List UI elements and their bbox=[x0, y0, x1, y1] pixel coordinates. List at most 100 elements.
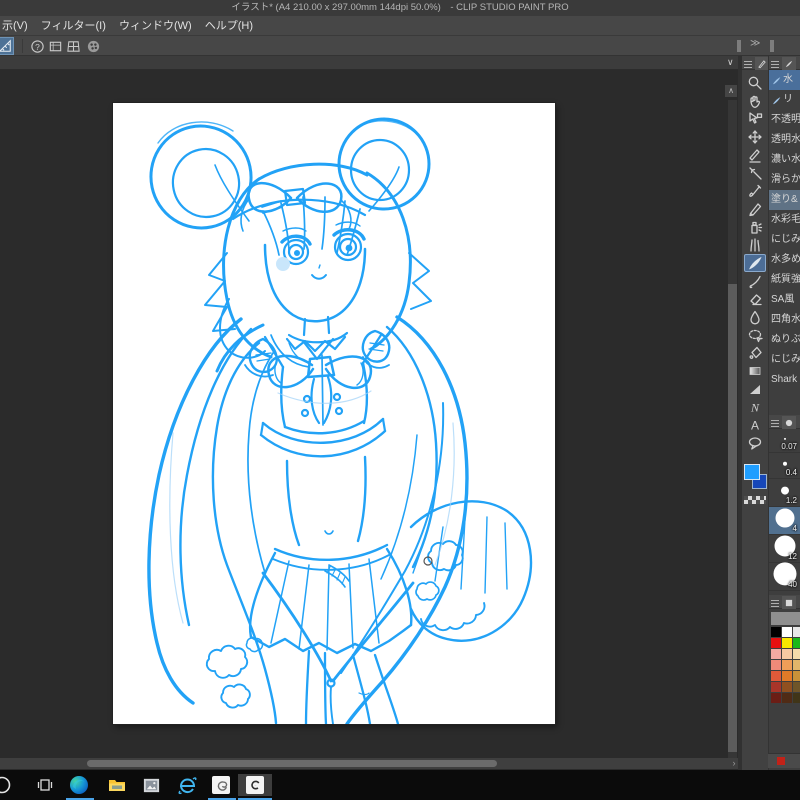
color-swatch[interactable] bbox=[793, 693, 800, 703]
task-view-button[interactable] bbox=[34, 774, 56, 796]
internet-explorer-button[interactable] bbox=[176, 774, 198, 796]
tool-operate[interactable] bbox=[744, 110, 766, 128]
canvas-settings-button[interactable] bbox=[46, 37, 64, 55]
palette-button[interactable] bbox=[84, 37, 102, 55]
subtool-item[interactable]: 透明水 bbox=[769, 130, 800, 150]
horizontal-scrollbar[interactable]: › bbox=[0, 758, 746, 769]
tool-curve[interactable]: N bbox=[744, 398, 766, 416]
color-swatch[interactable] bbox=[771, 682, 781, 692]
canvas[interactable] bbox=[113, 103, 555, 724]
color-swatch[interactable] bbox=[782, 627, 792, 637]
tool-zoom[interactable] bbox=[744, 74, 766, 92]
canvas-area[interactable] bbox=[0, 70, 738, 758]
menu-view[interactable]: 示(V) bbox=[2, 16, 38, 36]
color-swatch[interactable] bbox=[793, 627, 800, 637]
cortana-button[interactable] bbox=[0, 774, 13, 796]
subtool-item[interactable]: 塗り& bbox=[769, 190, 800, 210]
tool-palette-tab[interactable] bbox=[755, 57, 769, 70]
brush-size-item[interactable]: 12 bbox=[769, 535, 800, 563]
subtool-item[interactable]: Shark bbox=[769, 370, 800, 390]
tool-watercolor[interactable] bbox=[744, 272, 766, 290]
vscroll-up-button[interactable]: ∧ bbox=[725, 85, 737, 97]
color-swatch[interactable] bbox=[793, 682, 800, 692]
tool-eyedropper[interactable] bbox=[744, 182, 766, 200]
menu-filter[interactable]: フィルター(I) bbox=[41, 16, 116, 36]
transform-button[interactable] bbox=[64, 37, 82, 55]
foreground-color-swatch[interactable] bbox=[744, 464, 760, 480]
color-swatch[interactable] bbox=[793, 671, 800, 681]
tool-fill[interactable] bbox=[744, 344, 766, 362]
subtool-item[interactable]: 水彩毛 bbox=[769, 210, 800, 230]
tool-eraser[interactable] bbox=[744, 290, 766, 308]
tool-decoration[interactable] bbox=[744, 236, 766, 254]
color-swatch[interactable] bbox=[793, 660, 800, 670]
horizontal-scrollbar-thumb[interactable] bbox=[87, 760, 497, 767]
color-swatch[interactable] bbox=[771, 660, 781, 670]
file-explorer-button[interactable] bbox=[106, 774, 128, 796]
tool-brush[interactable] bbox=[744, 254, 766, 272]
tool-gradient[interactable] bbox=[744, 362, 766, 380]
palette-menu-icon[interactable] bbox=[771, 598, 779, 607]
palette-menu-icon[interactable] bbox=[771, 59, 779, 68]
subtool-item[interactable]: にじみ bbox=[769, 230, 800, 250]
subtool-item[interactable]: SA風 bbox=[769, 290, 800, 310]
color-set-dropdown[interactable] bbox=[771, 612, 800, 625]
transparent-color-swatch[interactable] bbox=[744, 496, 766, 504]
color-swatch[interactable] bbox=[771, 693, 781, 703]
tool-correct-line[interactable] bbox=[744, 146, 766, 164]
brush-size-panel-header[interactable] bbox=[769, 415, 800, 429]
color-swatch[interactable] bbox=[782, 671, 792, 681]
color-swatch[interactable] bbox=[771, 649, 781, 659]
dock-handle[interactable] bbox=[737, 40, 741, 52]
subtool-panel-tab[interactable] bbox=[782, 57, 796, 70]
dock-handle[interactable] bbox=[770, 40, 774, 52]
subtool-item[interactable]: 濃い水 bbox=[769, 150, 800, 170]
menu-window[interactable]: ウィンドウ(W) bbox=[119, 16, 202, 36]
palette-menu-icon[interactable] bbox=[744, 59, 752, 68]
brush-size-item[interactable]: 4 bbox=[769, 507, 800, 535]
tool-palette-header[interactable] bbox=[742, 56, 769, 70]
subtool-item[interactable]: リ bbox=[769, 90, 800, 110]
brush-size-item[interactable]: 0.07 bbox=[769, 429, 800, 453]
brush-size-item[interactable]: 40 bbox=[769, 562, 800, 591]
clip-studio-button[interactable] bbox=[210, 774, 232, 796]
palette-menu-icon[interactable] bbox=[771, 418, 779, 427]
tool-airbrush[interactable] bbox=[744, 218, 766, 236]
color-swatch[interactable] bbox=[771, 638, 781, 648]
tool-move[interactable] bbox=[744, 128, 766, 146]
color-swatch[interactable] bbox=[782, 649, 792, 659]
brush-size-item[interactable]: 1.2 bbox=[769, 479, 800, 507]
subtool-item[interactable]: にじみ bbox=[769, 350, 800, 370]
brush-size-item[interactable]: 0.4 bbox=[769, 453, 800, 479]
color-swatch[interactable] bbox=[793, 649, 800, 659]
color-swatch[interactable] bbox=[782, 638, 792, 648]
subtool-item[interactable]: 紙質強 bbox=[769, 270, 800, 290]
subtool-item[interactable]: 滑らか bbox=[769, 170, 800, 190]
subtool-item[interactable]: 水多め bbox=[769, 250, 800, 270]
tool-text[interactable]: A bbox=[744, 416, 766, 434]
tool-figure[interactable] bbox=[744, 380, 766, 398]
tool-selection[interactable] bbox=[744, 326, 766, 344]
tool-blend[interactable] bbox=[744, 308, 766, 326]
color-swatch[interactable] bbox=[771, 671, 781, 681]
color-set-panel-header[interactable] bbox=[769, 595, 800, 609]
clip-studio-paint-button[interactable] bbox=[238, 774, 272, 796]
color-set-panel-tab[interactable] bbox=[782, 596, 796, 609]
help-button[interactable]: ? bbox=[28, 37, 46, 55]
subtool-panel-header[interactable] bbox=[769, 56, 800, 70]
ruler-tool-button[interactable] bbox=[0, 37, 14, 55]
subtool-item[interactable]: 不透明 bbox=[769, 110, 800, 130]
subtool-item[interactable]: 水 bbox=[769, 70, 800, 90]
color-swatch[interactable] bbox=[782, 660, 792, 670]
tab-list-chevron-icon[interactable]: ∨ bbox=[727, 57, 734, 68]
subtool-item[interactable]: 四角水 bbox=[769, 310, 800, 330]
color-swatch[interactable] bbox=[782, 682, 792, 692]
vertical-scrollbar-thumb[interactable] bbox=[728, 284, 737, 752]
brush-size-panel-tab[interactable] bbox=[782, 416, 796, 429]
color-swatch[interactable] bbox=[771, 627, 781, 637]
color-swatch[interactable] bbox=[793, 638, 800, 648]
photos-button[interactable] bbox=[140, 774, 162, 796]
menu-help[interactable]: ヘルプ(H) bbox=[205, 16, 263, 36]
tool-hand[interactable] bbox=[744, 92, 766, 110]
edge-button[interactable] bbox=[68, 774, 90, 796]
